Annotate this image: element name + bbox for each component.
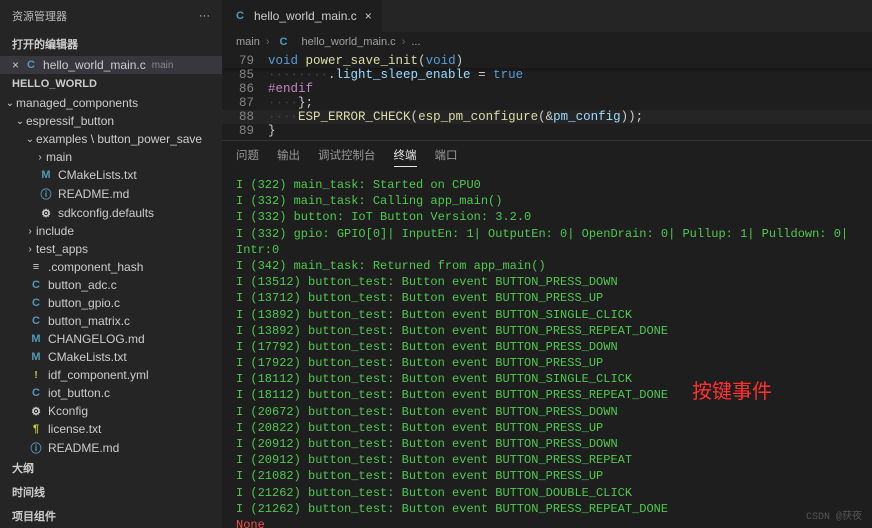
chevron-right-icon: › xyxy=(24,244,36,255)
tree-file[interactable]: MCHANGELOG.md xyxy=(0,330,222,348)
gear-icon: ⚙ xyxy=(28,405,44,418)
tree-file[interactable]: !idf_component.yml xyxy=(0,366,222,384)
more-icon[interactable]: ··· xyxy=(199,10,210,22)
chevron-down-icon: ⌄ xyxy=(14,116,26,127)
terminal-line: None xyxy=(236,517,858,528)
tab-terminal[interactable]: 终端 xyxy=(394,147,417,167)
tree-file[interactable]: ⚙Kconfig xyxy=(0,402,222,420)
tree-file[interactable]: MCMakeLists.txt xyxy=(0,166,222,184)
chevron-right-icon: › xyxy=(266,36,270,48)
tree-file[interactable]: ⓘREADME.md xyxy=(0,438,222,456)
c-file-icon: C xyxy=(28,279,44,291)
terminal-line: I (332) gpio: GPIO[0]| InputEn: 1| Outpu… xyxy=(236,226,858,258)
terminal-output[interactable]: I (322) main_task: Started on CPU0I (332… xyxy=(222,173,872,528)
terminal-line: I (21082) button_test: Button event BUTT… xyxy=(236,468,858,484)
cmake-icon: M xyxy=(38,169,54,181)
terminal-line: I (21262) button_test: Button event BUTT… xyxy=(236,501,858,517)
terminal-line: I (20822) button_test: Button event BUTT… xyxy=(236,420,858,436)
open-file-hint: main xyxy=(152,60,174,71)
terminal-line: I (21262) button_test: Button event BUTT… xyxy=(236,485,858,501)
tree-file[interactable]: ≡.component_hash xyxy=(0,258,222,276)
tab-label: hello_world_main.c xyxy=(254,9,357,23)
tab-output[interactable]: 输出 xyxy=(277,147,300,167)
chevron-right-icon: › xyxy=(24,226,36,237)
explorer-title: 资源管理器 xyxy=(12,8,67,24)
editor-tab[interactable]: C hello_world_main.c × xyxy=(222,0,383,32)
file-tree: ⌄managed_components ⌄espressif_button ⌄e… xyxy=(0,94,222,456)
info-icon: ⓘ xyxy=(28,440,44,456)
tree-file[interactable]: ¶license.txt xyxy=(0,420,222,438)
watermark: CSDN @获夜 xyxy=(806,511,862,525)
outline-section[interactable]: 大纲 xyxy=(0,456,222,480)
tree-file[interactable]: Cbutton_matrix.c xyxy=(0,312,222,330)
yml-icon: ! xyxy=(28,370,44,381)
tree-folder[interactable]: ⌄espressif_button xyxy=(0,112,222,130)
terminal-line: I (20912) button_test: Button event BUTT… xyxy=(236,436,858,452)
chevron-right-icon: › xyxy=(34,152,46,163)
info-icon: ⓘ xyxy=(38,186,54,202)
panel-tabs: 问题 输出 调试控制台 终端 端口 xyxy=(222,140,872,173)
tree-folder[interactable]: ⌄managed_components xyxy=(0,94,222,112)
main-area: C hello_world_main.c × main› Chello_worl… xyxy=(222,0,872,528)
file-icon: ≡ xyxy=(28,261,44,273)
terminal-line: I (17922) button_test: Button event BUTT… xyxy=(236,355,858,371)
tree-file[interactable]: ⓘREADME.md xyxy=(0,184,222,204)
tree-folder[interactable]: ›include xyxy=(0,222,222,240)
c-file-icon: C xyxy=(232,10,248,22)
tab-debug[interactable]: 调试控制台 xyxy=(318,147,376,167)
open-editor-item[interactable]: × C hello_world_main.c main xyxy=(0,56,222,74)
tree-file[interactable]: Cbutton_adc.c xyxy=(0,276,222,294)
terminal-line: I (17792) button_test: Button event BUTT… xyxy=(236,339,858,355)
gear-icon: ⚙ xyxy=(38,207,54,220)
c-file-icon: C xyxy=(23,59,39,71)
tree-file[interactable]: Cbutton_gpio.c xyxy=(0,294,222,312)
terminal-line: I (332) main_task: Calling app_main() xyxy=(236,193,858,209)
chevron-right-icon: › xyxy=(402,36,406,48)
open-file-name: hello_world_main.c xyxy=(43,58,146,72)
chevron-down-icon: ⌄ xyxy=(4,98,16,109)
terminal-line: I (13892) button_test: Button event BUTT… xyxy=(236,307,858,323)
terminal-line: I (332) button: IoT Button Version: 3.2.… xyxy=(236,209,858,225)
projcomp-section[interactable]: 项目组件 xyxy=(0,504,222,528)
tree-file[interactable]: ⚙sdkconfig.defaults xyxy=(0,204,222,222)
cmake-icon: M xyxy=(28,351,44,363)
tree-folder[interactable]: ⌄examples \ button_power_save xyxy=(0,130,222,148)
c-file-icon: C xyxy=(28,297,44,309)
md-icon: M xyxy=(28,333,44,345)
c-file-icon: C xyxy=(276,36,292,48)
tree-file[interactable]: Ciot_button.c xyxy=(0,384,222,402)
project-name[interactable]: HELLO_WORLD xyxy=(0,74,222,94)
terminal-line: I (13712) button_test: Button event BUTT… xyxy=(236,290,858,306)
terminal-line: I (20672) button_test: Button event BUTT… xyxy=(236,404,858,420)
tab-ports[interactable]: 端口 xyxy=(435,147,458,167)
license-icon: ¶ xyxy=(28,423,44,435)
annotation-label: 按键事件 xyxy=(692,379,772,406)
terminal-line: I (13512) button_test: Button event BUTT… xyxy=(236,274,858,290)
terminal-line: I (342) main_task: Returned from app_mai… xyxy=(236,258,858,274)
timeline-section[interactable]: 时间线 xyxy=(0,480,222,504)
code-editor[interactable]: 79void power_save_init(void) 85········.… xyxy=(222,52,872,140)
breadcrumb[interactable]: main› Chello_world_main.c› ... xyxy=(222,32,872,52)
tree-folder[interactable]: ›main xyxy=(0,148,222,166)
terminal-line: I (13892) button_test: Button event BUTT… xyxy=(236,323,858,339)
explorer-sidebar: 资源管理器 ··· 打开的编辑器 × C hello_world_main.c … xyxy=(0,0,222,528)
explorer-header: 资源管理器 ··· xyxy=(0,0,222,32)
terminal-line: I (322) main_task: Started on CPU0 xyxy=(236,177,858,193)
c-file-icon: C xyxy=(28,315,44,327)
close-icon[interactable]: × xyxy=(365,9,372,23)
chevron-down-icon: ⌄ xyxy=(24,134,36,145)
terminal-line: I (20912) button_test: Button event BUTT… xyxy=(236,452,858,468)
tree-folder[interactable]: ›test_apps xyxy=(0,240,222,258)
c-file-icon: C xyxy=(28,387,44,399)
close-icon[interactable]: × xyxy=(12,58,19,72)
tree-file[interactable]: MCMakeLists.txt xyxy=(0,348,222,366)
open-editors-label[interactable]: 打开的编辑器 xyxy=(0,32,222,56)
tab-bar: C hello_world_main.c × xyxy=(222,0,872,32)
tab-problems[interactable]: 问题 xyxy=(236,147,259,167)
